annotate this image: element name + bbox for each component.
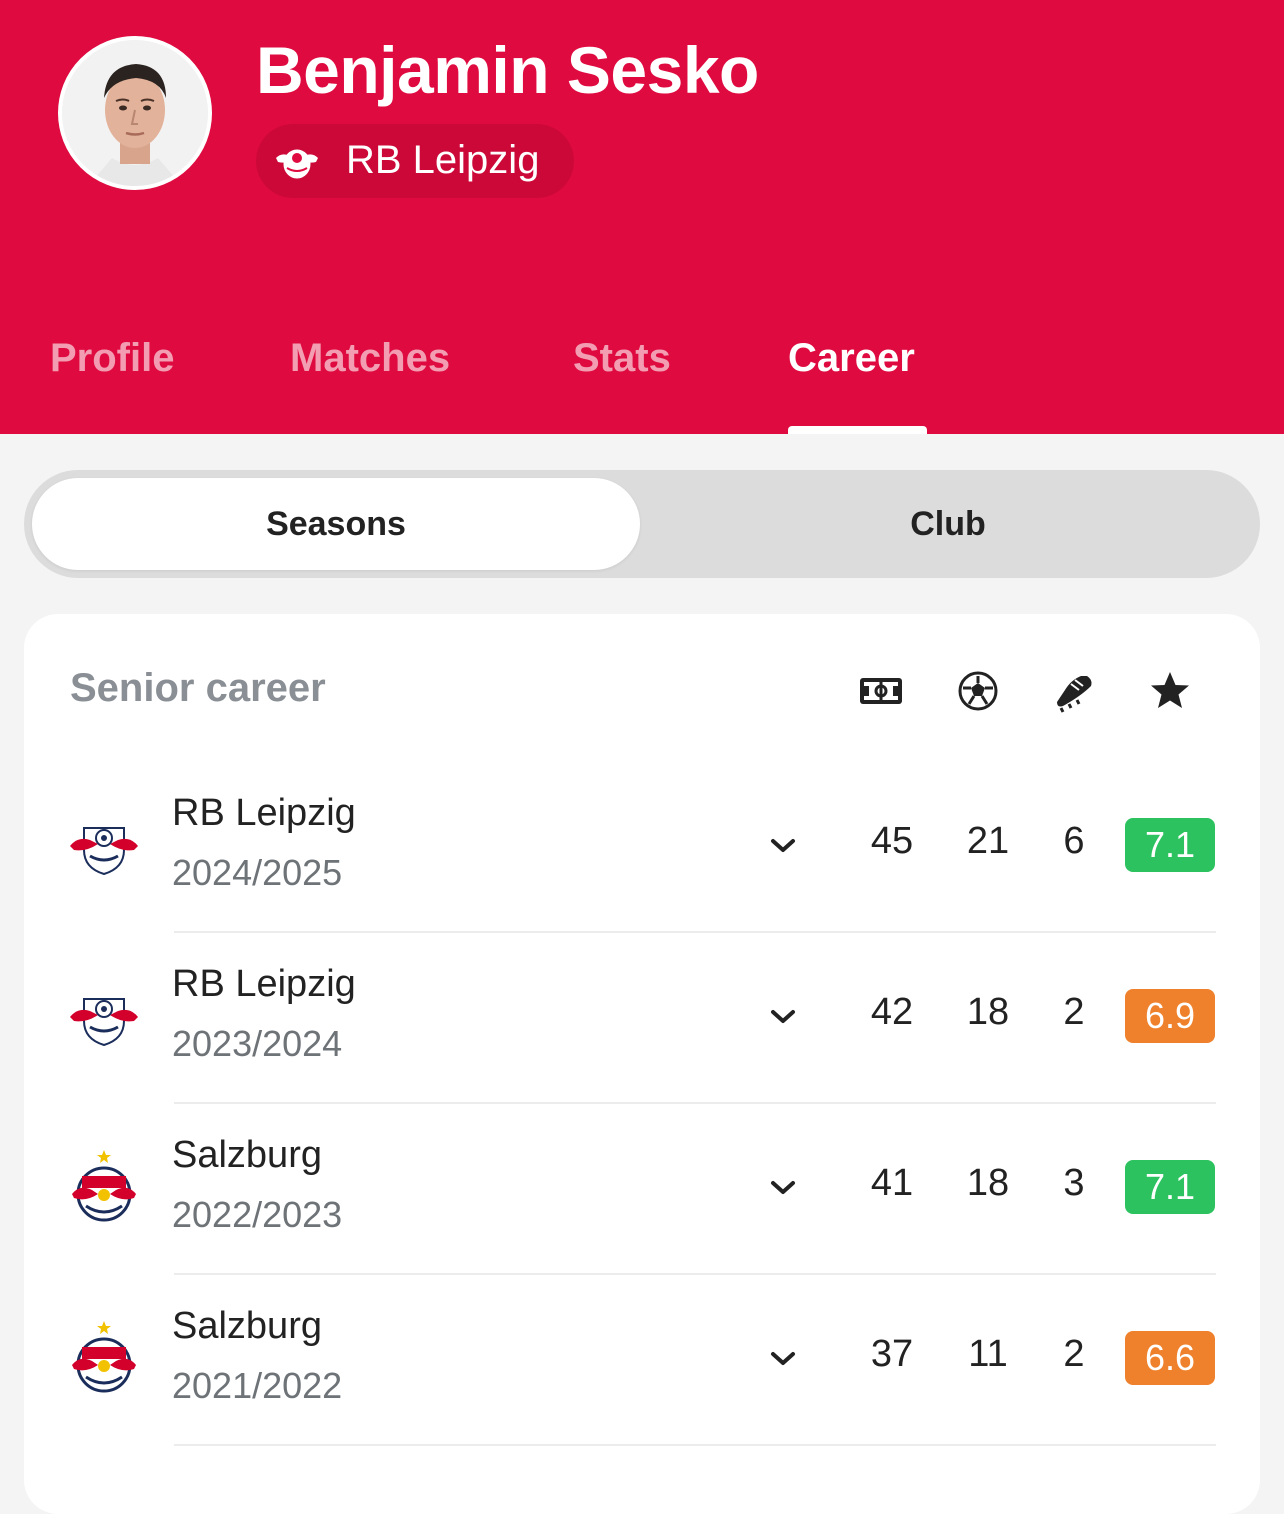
row-season: 2024/2025 (172, 852, 343, 893)
row-divider (174, 1444, 1216, 1446)
player-name: Benjamin Sesko (256, 33, 759, 107)
row-club-name: Salzburg (172, 1134, 322, 1176)
row-goals: 18 (966, 991, 1010, 1033)
rb-leipzig-logo-icon (68, 806, 140, 886)
career-season-row[interactable]: RB Leipzig 2024/2025 45 21 6 7.1 (24, 762, 1260, 933)
tab-career[interactable]: Career (788, 336, 915, 381)
star-icon (1147, 668, 1193, 714)
row-goals: 11 (968, 1333, 1008, 1375)
row-club-name: RB Leipzig (172, 792, 356, 834)
chevron-down-icon[interactable] (768, 1005, 798, 1029)
boot-icon (1051, 668, 1097, 714)
current-club-pill[interactable]: RB Leipzig (256, 124, 574, 198)
row-assists: 2 (1063, 1333, 1085, 1375)
seasons-toggle-button[interactable]: Seasons (32, 478, 640, 570)
salzburg-logo-icon (68, 1148, 140, 1228)
row-goals: 18 (966, 1162, 1010, 1204)
active-tab-indicator (788, 426, 927, 434)
row-rating-badge: 7.1 (1125, 1160, 1215, 1214)
salzburg-logo-icon (68, 1319, 140, 1399)
row-rating-badge: 7.1 (1125, 818, 1215, 872)
tab-stats[interactable]: Stats (573, 336, 671, 381)
row-season: 2022/2023 (172, 1194, 343, 1235)
row-season: 2021/2022 (172, 1365, 343, 1406)
chevron-down-icon[interactable] (768, 834, 798, 858)
row-assists: 2 (1063, 991, 1085, 1033)
row-season: 2023/2024 (172, 1023, 343, 1064)
row-assists: 3 (1063, 1162, 1085, 1204)
row-club-name: Salzburg (172, 1305, 322, 1347)
career-season-row[interactable]: Salzburg 2022/2023 41 18 3 7.1 (24, 1104, 1260, 1275)
row-goals: 21 (966, 820, 1010, 862)
career-view-toggle: Seasons Club (24, 470, 1260, 578)
row-appearances: 37 (870, 1333, 914, 1375)
chevron-down-icon[interactable] (768, 1347, 798, 1371)
card-title: Senior career (70, 666, 326, 710)
chevron-down-icon[interactable] (768, 1176, 798, 1200)
rb-leipzig-logo-icon (68, 977, 140, 1057)
senior-career-card: Senior career RB Leipzig 2024/2025 45 21 6 (24, 614, 1260, 1514)
profile-tabs: Profile Matches Stats Career (0, 330, 1284, 434)
tab-matches[interactable]: Matches (290, 336, 450, 381)
row-club-name: RB Leipzig (172, 963, 356, 1005)
career-season-row[interactable]: RB Leipzig 2023/2024 42 18 2 6.9 (24, 933, 1260, 1104)
pitch-icon (858, 668, 904, 714)
football-icon (955, 668, 1001, 714)
club-toggle-button[interactable]: Club (644, 478, 1252, 570)
player-header: Benjamin Sesko RB Leipzig Profile Matche… (0, 0, 1284, 434)
player-avatar (58, 36, 212, 190)
row-appearances: 41 (870, 1162, 914, 1204)
row-rating-badge: 6.9 (1125, 989, 1215, 1043)
current-club-name: RB Leipzig (346, 138, 540, 182)
tab-profile[interactable]: Profile (50, 336, 174, 381)
row-rating-badge: 6.6 (1125, 1331, 1215, 1385)
row-assists: 6 (1063, 820, 1085, 862)
career-season-row[interactable]: Salzburg 2021/2022 37 11 2 6.6 (24, 1275, 1260, 1446)
row-appearances: 42 (870, 991, 914, 1033)
rb-leipzig-logo-icon (272, 138, 322, 184)
row-appearances: 45 (870, 820, 914, 862)
